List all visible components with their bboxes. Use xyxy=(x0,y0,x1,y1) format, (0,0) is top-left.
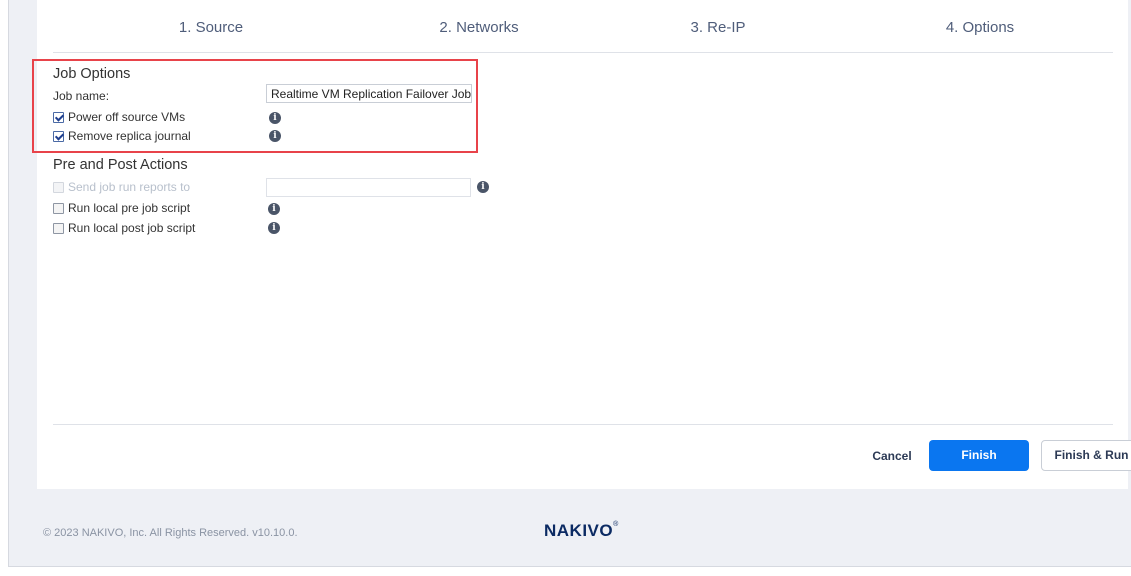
wizard-steps: 1. Source 2. Networks 3. Re-IP 4. Option… xyxy=(37,0,1128,53)
send-reports-label: Send job run reports to xyxy=(68,180,191,194)
footer-copyright: © 2023 NAKIVO, Inc. All Rights Reserved.… xyxy=(43,527,298,539)
actions-divider xyxy=(53,424,1113,425)
step-re-ip[interactable]: 3. Re-IP xyxy=(618,19,818,36)
pre-post-title: Pre and Post Actions xyxy=(53,157,188,173)
send-reports-input[interactable] xyxy=(266,178,471,197)
logo-text: NAKIVO xyxy=(544,521,614,540)
cancel-button[interactable]: Cancel xyxy=(857,442,927,470)
pre-script-label[interactable]: Run local pre job script xyxy=(68,201,190,215)
step-options[interactable]: 4. Options xyxy=(880,19,1080,36)
pre-script-checkbox[interactable] xyxy=(53,203,64,214)
post-script-checkbox[interactable] xyxy=(53,223,64,234)
highlight-box xyxy=(32,59,478,153)
finish-button[interactable]: Finish xyxy=(929,440,1029,471)
info-icon[interactable]: i xyxy=(268,222,280,234)
step-source[interactable]: 1. Source xyxy=(111,19,311,36)
info-icon[interactable]: i xyxy=(268,203,280,215)
steps-divider xyxy=(53,52,1113,53)
nakivo-logo: NAKIVO® xyxy=(544,521,619,541)
post-script-label[interactable]: Run local post job script xyxy=(68,221,195,235)
info-icon[interactable]: i xyxy=(477,181,489,193)
logo-registered-mark: ® xyxy=(613,521,619,528)
finish-and-run-button[interactable]: Finish & Run xyxy=(1041,440,1131,471)
step-networks[interactable]: 2. Networks xyxy=(379,19,579,36)
send-reports-checkbox[interactable] xyxy=(53,182,64,193)
